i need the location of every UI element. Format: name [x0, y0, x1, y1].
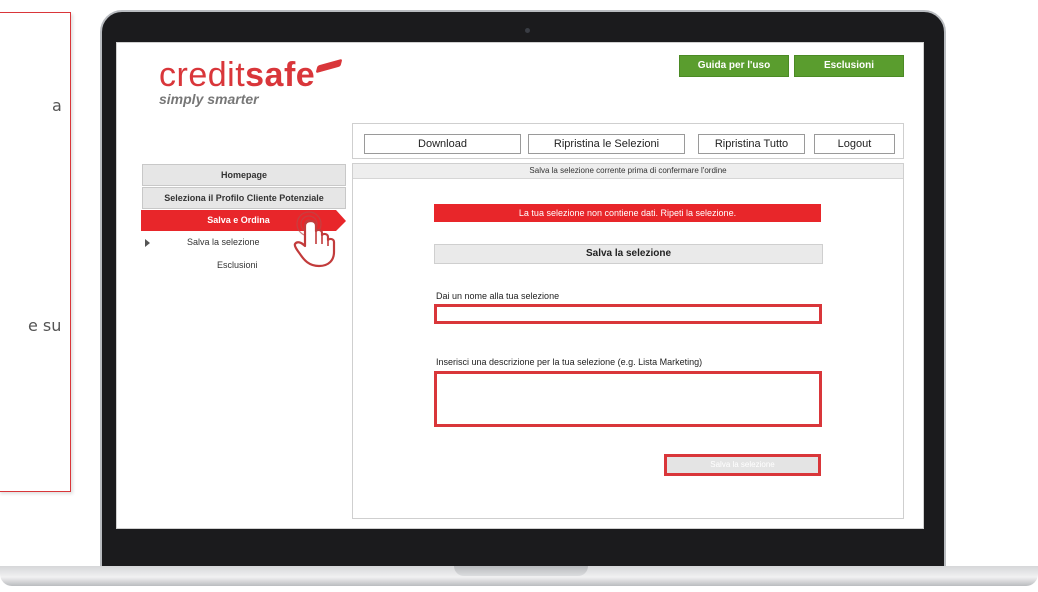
section-title: Salva la selezione — [434, 244, 823, 264]
logo-brand-part2: safe — [245, 56, 316, 94]
callout-text-fragment: e su — [28, 316, 62, 335]
save-selection-button[interactable]: Salva la selezione — [664, 454, 821, 476]
sidebar-subitem-exclusions[interactable]: Esclusioni — [217, 260, 258, 270]
selection-name-input[interactable] — [434, 304, 822, 324]
exclusions-top-button[interactable]: Esclusioni — [794, 55, 904, 77]
callout-text-fragment: a — [52, 96, 62, 115]
panel-header: Salva la selezione corrente prima di con… — [353, 164, 903, 179]
main-panel: Salva la selezione corrente prima di con… — [352, 163, 904, 519]
reset-all-button[interactable]: Ripristina Tutto — [698, 134, 805, 154]
name-field-label: Dai un nome alla tua selezione — [436, 291, 560, 301]
reset-selections-button[interactable]: Ripristina le Selezioni — [528, 134, 685, 154]
instruction-callout: a e su — [0, 12, 71, 492]
selection-description-textarea[interactable] — [434, 371, 822, 427]
hand-pointer-icon — [293, 211, 336, 268]
app-screen: creditsafe simply smarter Guida per l'us… — [116, 42, 924, 529]
logo-swoosh-icon — [315, 58, 343, 74]
download-button[interactable]: Download — [364, 134, 521, 154]
laptop-base-notch — [454, 566, 588, 576]
sidebar-item-homepage[interactable]: Homepage — [142, 164, 346, 186]
error-message: La tua selezione non contiene dati. Ripe… — [434, 204, 821, 222]
camera-icon — [525, 28, 530, 33]
sidebar-subitem-save-selection[interactable]: Salva la selezione — [187, 237, 260, 247]
logout-button[interactable]: Logout — [814, 134, 895, 154]
creditsafe-logo: creditsafe simply smarter — [159, 56, 343, 107]
guide-button[interactable]: Guida per l'uso — [679, 55, 789, 77]
caret-right-icon — [145, 239, 150, 247]
description-field-label: Inserisci una descrizione per la tua sel… — [436, 357, 703, 367]
logo-brand-part1: credit — [159, 56, 246, 94]
nav-bar: Download Ripristina le Selezioni Riprist… — [352, 123, 904, 159]
